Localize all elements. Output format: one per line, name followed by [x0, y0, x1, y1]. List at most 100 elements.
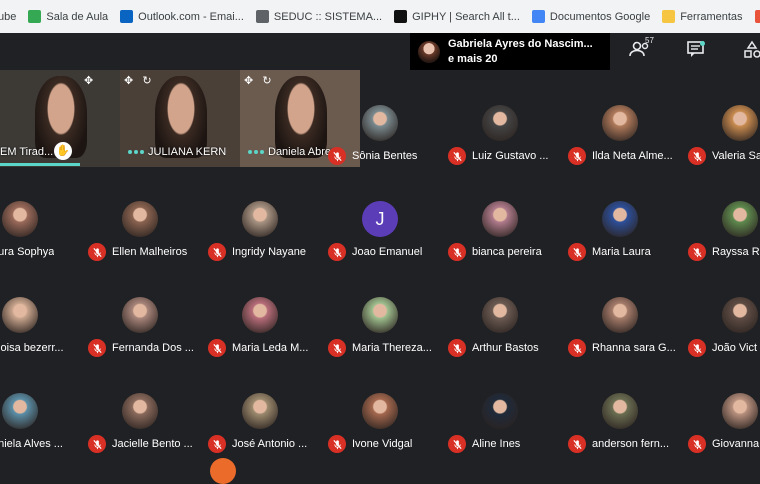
bookmark-favicon-icon [531, 10, 545, 23]
avatar [722, 105, 758, 141]
participant-tile[interactable]: Maria Laura [560, 169, 678, 264]
participant-tile[interactable]: eloisa bezerr... [0, 265, 78, 360]
participant-tile[interactable]: Aline Ines [440, 361, 558, 456]
video-tile[interactable]: ✥ ✋ EM Tirad... [0, 70, 120, 167]
mic-off-icon [568, 243, 586, 261]
move-icon[interactable]: ✥ [84, 75, 93, 87]
bookmark-item[interactable]: Ferramentas [662, 10, 743, 23]
video-tile[interactable]: ✥ ↻ JULIANA KERN [120, 70, 240, 167]
avatar [722, 393, 758, 429]
avatar [722, 297, 758, 333]
mic-off-icon [328, 339, 346, 357]
bookmarks-bar: ube Sala de Aula Outlook.com - Emai... SEDU… [0, 0, 760, 34]
participant-tile[interactable]: José Antonio ... [200, 361, 318, 456]
move-icon[interactable]: ✥ [244, 75, 253, 87]
participant-tile[interactable]: Rayssa Ri [680, 169, 760, 264]
participant-tile[interactable]: Ingridy Nayane [200, 169, 318, 264]
avatar [722, 201, 758, 237]
bookmark-item[interactable]: GIPHY | Search All t... [394, 10, 520, 23]
participant-tile[interactable]: anderson fern... [560, 361, 678, 456]
tile-controls[interactable]: ✥ ↻ [244, 74, 272, 87]
bookmark-label: GIPHY | Search All t... [412, 10, 520, 23]
participant-tile[interactable]: Rhanna sara G... [560, 265, 678, 360]
participant-tile[interactable]: Fernanda Dos ... [80, 265, 198, 360]
participant-tile[interactable]: Maria Leda M... [200, 265, 318, 360]
bookmark-favicon-icon [662, 10, 676, 23]
mic-off-icon [88, 243, 106, 261]
avatar [122, 297, 158, 333]
participant-tile[interactable]: bianca pereira [440, 169, 558, 264]
refresh-icon[interactable]: ↻ [262, 75, 271, 87]
mic-off-icon [688, 435, 706, 453]
people-icon[interactable]: 57 [628, 36, 654, 62]
participant-tile[interactable]: João Vict [680, 265, 760, 360]
mic-off-icon [88, 339, 106, 357]
tile-controls[interactable]: ✥ [84, 74, 93, 87]
chat-icon[interactable] [684, 40, 708, 62]
participant-name: Jacielle Bento ... [112, 438, 193, 450]
participant-name: Maria Thereza... [352, 342, 432, 354]
mic-off-icon [328, 147, 346, 165]
bookmark-item[interactable]: SEDUC :: SISTEMA... [255, 10, 382, 23]
mic-off-icon [688, 243, 706, 261]
participant-name: Rhanna sara G... [592, 342, 676, 354]
participant-tile[interactable]: Ellen Malheiros [80, 169, 198, 264]
avatar [362, 105, 398, 141]
avatar [242, 393, 278, 429]
audio-level-icon [128, 150, 144, 156]
presenter-more: e mais 20 [448, 52, 498, 65]
bookmark-item[interactable]: PROFHISTÓRIA [754, 10, 760, 23]
mic-off-icon [688, 339, 706, 357]
move-icon[interactable]: ✥ [124, 75, 133, 87]
bookmark-label: Documentos Google [549, 10, 651, 23]
bottom-toolbar [0, 458, 760, 470]
participant-tile[interactable]: aura Sophya [0, 169, 78, 264]
mic-off-icon [208, 435, 226, 453]
bookmark-favicon-icon [120, 10, 134, 23]
avatar [362, 297, 398, 333]
mic-off-icon [448, 435, 466, 453]
participant-name: EM Tirad... [0, 146, 54, 158]
participant-tile[interactable]: Giovanna [680, 361, 760, 456]
participant-name: Maria Leda M... [232, 342, 309, 354]
participant-name: Aline Ines [472, 438, 521, 450]
avatar [482, 105, 518, 141]
bookmark-item[interactable]: Sala de Aula [28, 10, 108, 23]
mic-off-icon [328, 435, 346, 453]
avatar [602, 393, 638, 429]
mic-off-icon [448, 339, 466, 357]
bookmark-label: Ferramentas [680, 10, 743, 23]
participant-tile[interactable]: Jacielle Bento ... [80, 361, 198, 456]
avatar [602, 201, 638, 237]
participant-tile[interactable]: Ilda Neta Alme... [560, 73, 678, 168]
tile-controls[interactable]: ✥ ↻ [124, 74, 152, 87]
participant-name: Arthur Bastos [472, 342, 539, 354]
bookmark-item[interactable]: ube [0, 11, 16, 23]
participant-tile[interactable]: Maria Thereza... [320, 265, 438, 360]
participant-name: aura Sophya [0, 246, 55, 258]
participant-name: José Antonio ... [232, 438, 308, 450]
mic-off-icon [208, 339, 226, 357]
participant-tile[interactable]: Valeria Sa [680, 73, 760, 168]
avatar [482, 297, 518, 333]
bookmark-item[interactable]: Outlook.com - Emai... [120, 10, 244, 23]
activities-icon[interactable] [740, 40, 760, 62]
presenting-indicator[interactable]: Gabriela Ayres do Nascim... e mais 20 [410, 33, 610, 70]
leave-call-button[interactable] [210, 458, 236, 484]
participant-tile[interactable]: Arthur Bastos [440, 265, 558, 360]
participant-tile[interactable]: Luiz Gustavo ... [440, 73, 558, 168]
participant-tile[interactable]: Sônia Bentes [320, 73, 438, 168]
mic-off-icon [568, 435, 586, 453]
participant-name: Ellen Malheiros [112, 246, 188, 258]
avatar [122, 201, 158, 237]
bookmark-item[interactable]: Documentos Google [531, 10, 651, 23]
avatar [602, 105, 638, 141]
refresh-icon[interactable]: ↻ [142, 75, 151, 87]
participant-tile[interactable]: Ivone Vidgal [320, 361, 438, 456]
mic-off-icon [568, 147, 586, 165]
avatar [122, 393, 158, 429]
participant-grid: ✥ ✋ EM Tirad... ✥ ↻ JULIANA KERN ✥ ↻ Daniela A… [0, 70, 760, 460]
participant-tile[interactable]: J Joao Emanuel [320, 169, 438, 264]
participant-name: Sônia Bentes [352, 150, 418, 162]
participant-tile[interactable]: aniela Alves ... [0, 361, 78, 456]
